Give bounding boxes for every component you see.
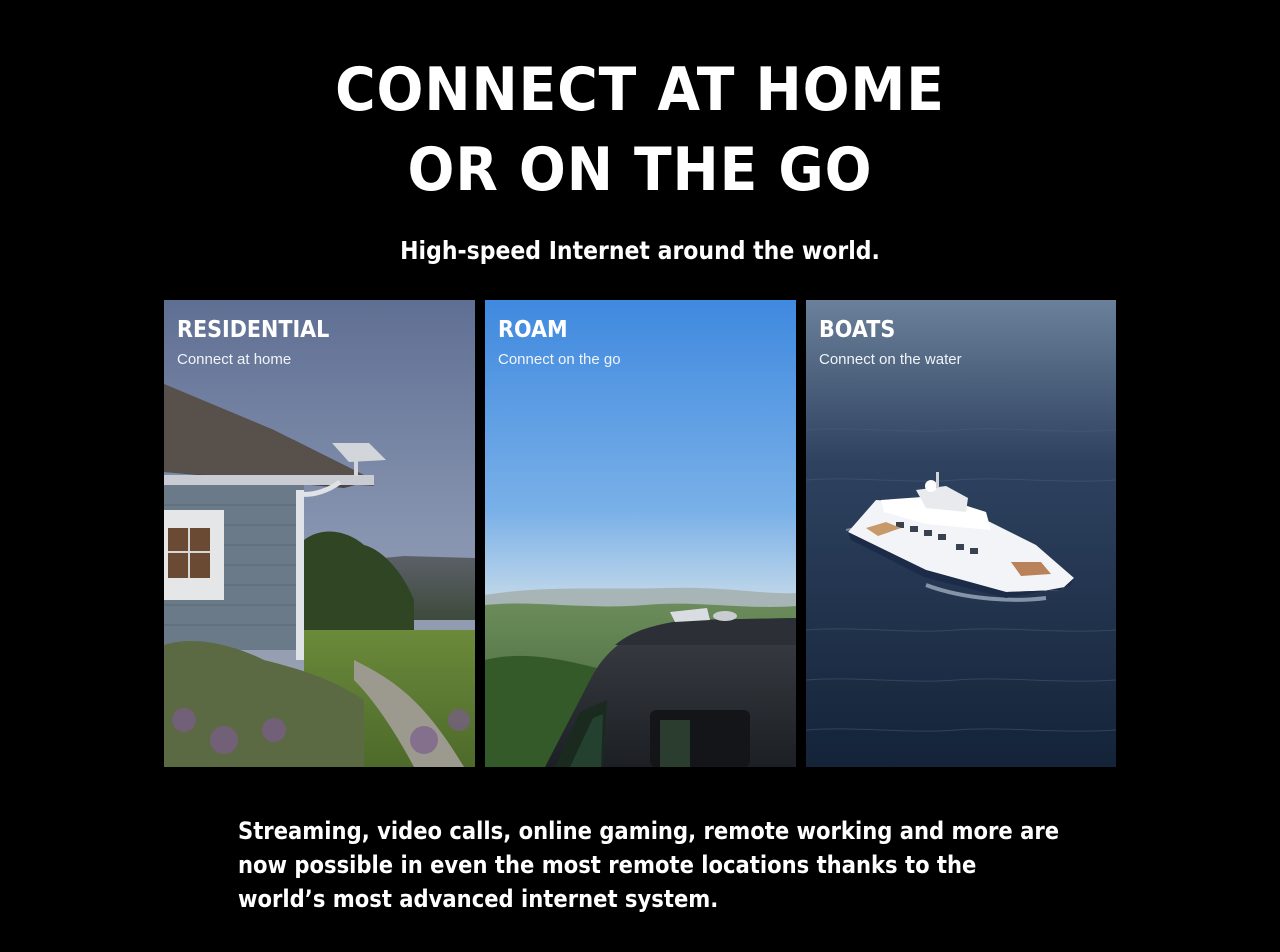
page-headline: CONNECT AT HOME OR ON THE GO (51, 50, 1229, 210)
service-cards: RESIDENTIAL Connect at home ROAM Connect… (164, 300, 1116, 767)
card-subtitle: Connect on the go (498, 351, 621, 368)
card-residential[interactable]: RESIDENTIAL Connect at home (164, 300, 475, 767)
page-subheadline: High-speed Internet around the world. (400, 236, 880, 265)
card-title: ROAM (498, 317, 568, 343)
card-boats[interactable]: BOATS Connect on the water (806, 300, 1116, 767)
residential-house-image (164, 300, 475, 767)
card-roam[interactable]: ROAM Connect on the go (485, 300, 796, 767)
card-title: RESIDENTIAL (177, 317, 330, 343)
card-subtitle: Connect at home (177, 351, 292, 368)
headline-line-1: CONNECT AT HOME (335, 55, 945, 125)
description-paragraph: Streaming, video calls, online gaming, r… (238, 817, 1060, 913)
roam-van-image (485, 300, 796, 767)
boats-yacht-image (806, 300, 1116, 767)
card-subtitle: Connect on the water (819, 351, 962, 368)
headline-line-2: OR ON THE GO (407, 135, 873, 205)
card-title: BOATS (819, 317, 896, 343)
